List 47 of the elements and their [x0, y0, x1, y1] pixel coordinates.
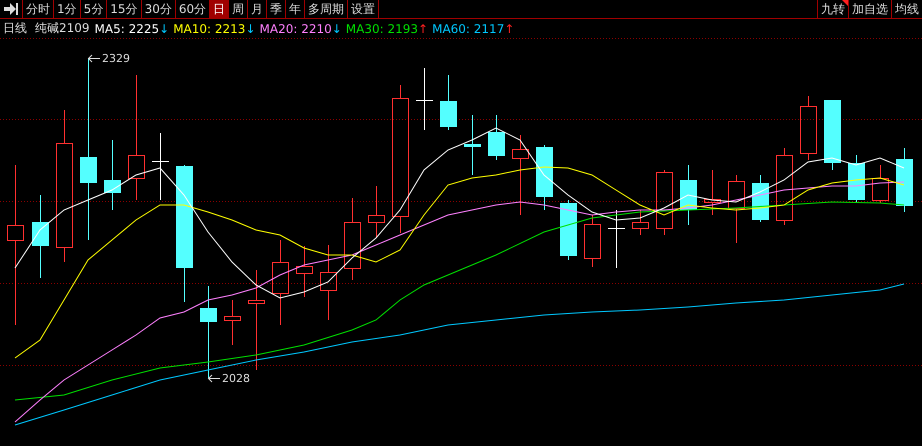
candlestick	[704, 170, 721, 216]
period-label: 日线	[3, 20, 27, 37]
candlestick	[296, 246, 313, 298]
candlestick	[896, 148, 913, 212]
period-tab[interactable]: 季	[267, 0, 286, 18]
candlestick	[224, 300, 241, 346]
period-tab[interactable]: 日	[210, 0, 230, 18]
leader-line	[208, 374, 220, 382]
moving-average-value: MA30: 2193	[346, 22, 418, 36]
candlestick	[584, 214, 601, 268]
trend-arrow: ↑	[504, 22, 514, 36]
candlestick	[824, 100, 841, 170]
moving-average-value: MA10: 2213	[173, 22, 246, 36]
candlestick	[440, 74, 457, 130]
candlestick	[872, 164, 889, 204]
high-price-label: 2329	[102, 52, 130, 65]
trend-arrow: ↑	[418, 22, 428, 36]
period-tab[interactable]: 年	[286, 0, 306, 18]
candlestick	[728, 174, 745, 244]
candlestick	[416, 68, 434, 130]
candlestick	[560, 200, 577, 260]
candlestick	[800, 96, 817, 160]
toolbar-button[interactable]: 加自选	[848, 0, 891, 18]
candlestick	[608, 210, 626, 268]
moving-average-value: MA5: 2225	[94, 22, 160, 36]
trend-arrow: ↓	[332, 22, 342, 36]
candlestick	[152, 132, 170, 200]
candlestick	[632, 210, 649, 236]
leader-line	[88, 54, 100, 62]
trend-arrow: ↓	[245, 22, 256, 36]
period-tab[interactable]: 分时	[23, 0, 54, 18]
period-tab[interactable]: 周	[229, 0, 248, 18]
candlestick	[536, 144, 553, 210]
candlestick	[488, 114, 505, 160]
candlestick	[656, 170, 673, 236]
candlestick	[848, 154, 865, 202]
period-tab[interactable]: 设置	[348, 0, 380, 18]
candlestick	[368, 186, 385, 238]
trend-arrow: ↓	[159, 22, 170, 36]
toolbar-button[interactable]: 九转	[817, 0, 848, 18]
moving-average-value: MA60: 2117	[432, 22, 504, 36]
candlestick	[680, 164, 697, 226]
low-price-label: 2028	[222, 372, 250, 385]
symbol-label: 纯碱2109	[35, 20, 90, 37]
candlestick	[104, 140, 121, 210]
candlestick	[464, 114, 481, 176]
moving-average-value: MA20: 2210	[260, 22, 332, 36]
